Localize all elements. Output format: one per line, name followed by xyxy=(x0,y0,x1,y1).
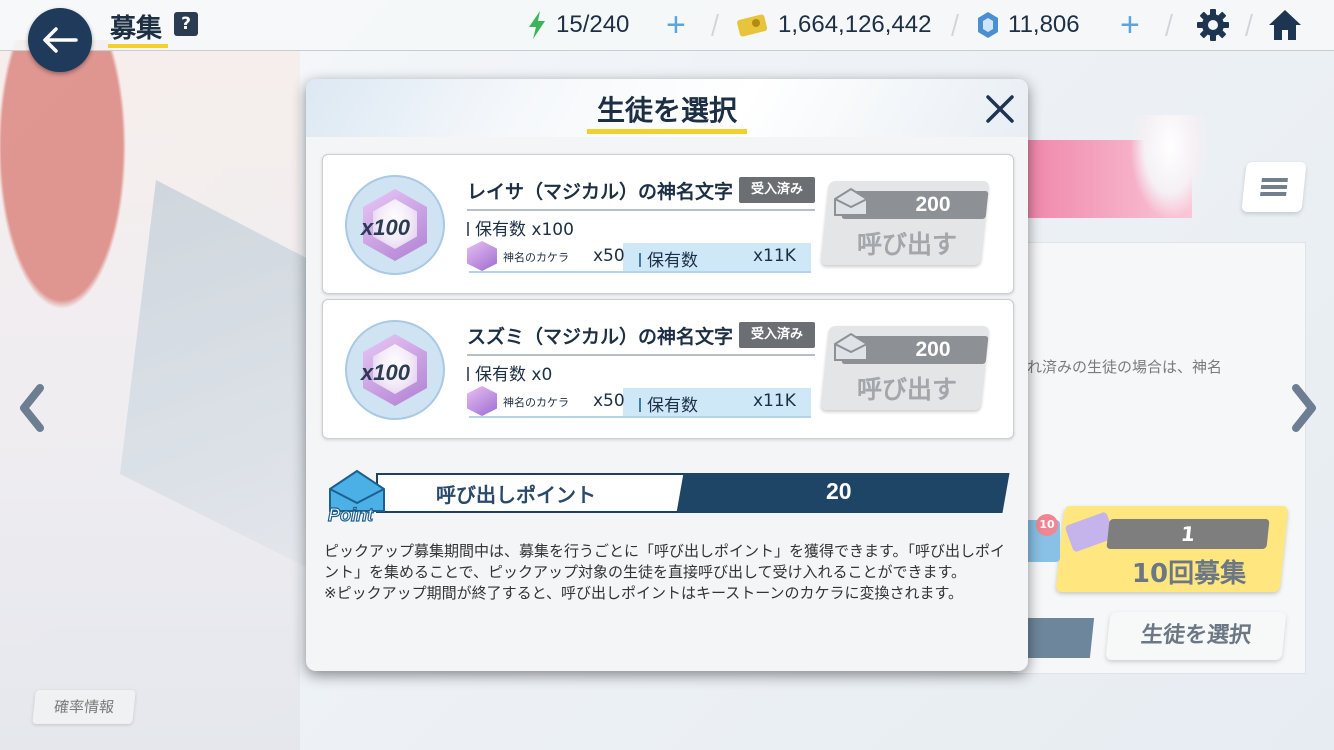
name-fragment-icon xyxy=(467,386,497,416)
material-qty: x50 xyxy=(593,246,625,266)
description-paragraph: ピックアップ募集期間中は、募集を行うごとに「呼び出しポイント」を獲得できます。「… xyxy=(324,542,1006,581)
close-button[interactable] xyxy=(982,91,1018,127)
home-button[interactable] xyxy=(1266,6,1304,44)
summon-points-bar: 呼び出しポイント 20 xyxy=(376,473,1010,513)
modal-title: 生徒を選択 xyxy=(596,94,737,127)
material-owned-label: 保有数 xyxy=(639,246,698,271)
divider xyxy=(467,209,815,211)
student-name: レイサ（マジカル）の神名文字 xyxy=(467,181,734,203)
gem-icon xyxy=(978,12,998,38)
description: ピックアップ募集期間中は、募集を行うごとに「呼び出しポイント」を獲得できます。「… xyxy=(324,541,1014,604)
recruited-badge: 受入済み xyxy=(739,177,815,203)
portrait-count: x100 xyxy=(361,215,410,240)
material-row: 神名のカケラ x50 保有数 x11K xyxy=(467,241,811,273)
credit-counter: 1,664,126,442 xyxy=(736,8,931,42)
student-name: スズミ（マジカル）の神名文字 xyxy=(467,326,734,348)
material-owned-label: 保有数 xyxy=(639,391,698,416)
divider xyxy=(467,354,815,356)
credit-value: 1,664,126,442 xyxy=(778,11,932,38)
settings-button[interactable] xyxy=(1194,6,1232,44)
back-button[interactable] xyxy=(28,8,92,72)
material-owned-value: x11K xyxy=(753,391,796,411)
point-envelope-icon: Point xyxy=(327,469,385,525)
close-icon xyxy=(986,95,1014,123)
student-card: x100 スズミ（マジカル）の神名文字 受入済み 保有数 x0 神名のカケラ x… xyxy=(322,299,1014,439)
recruited-badge: 受入済み xyxy=(739,322,815,348)
point-envelope-icon xyxy=(834,187,868,216)
material-name: 神名のカケラ xyxy=(503,396,569,409)
ap-counter: 15/240 xyxy=(526,8,629,42)
material-qty: x50 xyxy=(593,391,625,411)
material-name: 神名のカケラ xyxy=(503,251,569,264)
owned-count: 保有数 x100 xyxy=(467,215,574,240)
select-student-modal: 生徒を選択 x100 レイサ（マジカル）の神名文字 受入済み 保有数 x100 … xyxy=(306,79,1028,671)
summon-label: 呼び出す xyxy=(856,375,957,404)
summon-cost: 200 xyxy=(915,193,951,216)
modal-title-underline xyxy=(587,129,747,134)
gem-counter: 11,806 xyxy=(976,8,1080,42)
title-underline xyxy=(108,44,168,48)
back-arrow-icon xyxy=(43,27,78,53)
svg-text:Point: Point xyxy=(328,505,374,525)
ap-add-button[interactable]: + xyxy=(666,8,686,42)
summon-points-value: 20 xyxy=(826,478,852,504)
gem-value: 11,806 xyxy=(1008,11,1080,38)
description-note: ※ピックアップ期間が終了すると、呼び出しポイントはキーストーンのカケラに変換され… xyxy=(324,584,963,602)
gem-add-button[interactable]: + xyxy=(1120,8,1140,42)
material-row: 神名のカケラ x50 保有数 x11K xyxy=(467,386,811,418)
material-owned-value: x11K xyxy=(753,246,796,266)
portrait-count: x100 xyxy=(361,360,410,385)
page-title: 募集 xyxy=(110,14,163,44)
help-icon[interactable]: ? xyxy=(174,12,198,36)
summon-points-label: 呼び出しポイント xyxy=(436,483,596,507)
gear-icon xyxy=(1197,9,1229,41)
student-card: x100 レイサ（マジカル）の神名文字 受入済み 保有数 x100 神名のカケラ… xyxy=(322,154,1014,294)
summon-cost: 200 xyxy=(915,338,951,361)
ap-bolt-icon xyxy=(529,11,545,39)
owned-count: 保有数 x0 xyxy=(467,360,552,385)
name-fragment-icon xyxy=(467,241,497,271)
ap-value: 15/240 xyxy=(556,11,630,38)
credit-icon xyxy=(737,14,768,37)
summon-label: 呼び出す xyxy=(856,230,957,259)
point-envelope-icon xyxy=(834,332,868,361)
home-icon xyxy=(1269,10,1301,40)
